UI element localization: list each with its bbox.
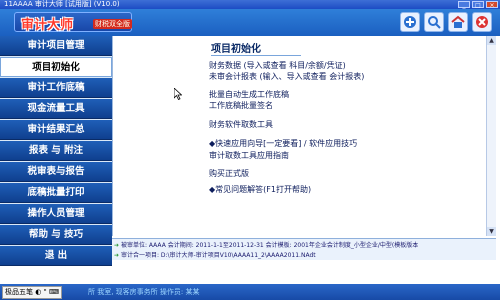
- header-toolbar: [400, 12, 492, 32]
- scroll-down-icon[interactable]: ▼: [487, 227, 496, 236]
- page-title: 项目初始化: [211, 40, 301, 56]
- menu-item-operator-management[interactable]: 操作人员管理: [0, 204, 112, 224]
- scroll-up-icon[interactable]: ▲: [487, 36, 496, 45]
- arrow-icon: ➜: [114, 252, 120, 259]
- menu-item-exit[interactable]: 退 出: [0, 246, 112, 266]
- link-buy-full-version[interactable]: 购买正式版: [209, 168, 249, 179]
- edition-badge: 财税双全版: [93, 19, 132, 29]
- menu-item-project-management[interactable]: 审计项目管理: [0, 36, 112, 56]
- menu-item-results-summary[interactable]: 审计结果汇总: [0, 120, 112, 140]
- status-text: 所 我室, 现客房事务所 操作员: 某某: [88, 288, 200, 296]
- project-path-text: 审计合一项目: D:\审计大师-审计项目V10\AAAA11_2\AAAA201…: [120, 252, 316, 259]
- brand-name: 审计大师: [21, 18, 74, 33]
- link-extraction-guide[interactable]: 审计取数工具应用指南: [209, 150, 289, 161]
- minimize-button[interactable]: _: [458, 1, 470, 9]
- main-panel: 项目初始化 财务数据 (导入或查看 科目/余额/凭证) 未审会计报表 (输入、导…: [112, 36, 496, 236]
- menu-item-tax-audit[interactable]: 税审表与报告: [0, 162, 112, 182]
- link-unaudited-statements[interactable]: 未审会计报表 (输入、导入或查看 会计报表): [209, 71, 364, 82]
- link-auto-generate-papers[interactable]: 批量自动生成工作底稿: [209, 89, 289, 100]
- link-data-extraction-tool[interactable]: 财务软件取数工具: [209, 119, 273, 130]
- vertical-scrollbar[interactable]: ▲ ▼: [486, 36, 496, 236]
- app-logo: 审计大师 财税双全版: [14, 12, 132, 33]
- menu-item-working-papers[interactable]: 审计工作底稿: [0, 78, 112, 98]
- main-menu: 审计项目管理 项目初始化 审计工作底稿 现金流量工具 审计结果汇总 报表 与 附…: [0, 36, 112, 266]
- search-icon[interactable]: [424, 12, 444, 32]
- link-batch-sign[interactable]: 工作底稿批量签名: [209, 100, 273, 111]
- link-financial-data[interactable]: 财务数据 (导入或查看 科目/余额/凭证): [209, 60, 346, 71]
- home-icon[interactable]: [448, 12, 468, 32]
- menu-item-cash-flow-tool[interactable]: 现金流量工具: [0, 99, 112, 119]
- app-header: 审计大师 财税双全版: [0, 9, 500, 36]
- close-window-button[interactable]: ×: [486, 1, 498, 9]
- mouse-cursor-icon: [174, 88, 182, 100]
- project-info-panel: ➜ 被审单位: AAAA 会计期间: 2011-1-1至2011-12-31 会…: [112, 238, 496, 260]
- menu-item-batch-print[interactable]: 底稿批量打印: [0, 183, 112, 203]
- maximize-button[interactable]: □: [472, 1, 484, 9]
- arrow-icon: ➜: [114, 242, 120, 249]
- window-title: 11AAAA 审计大师 [试用版] (V10.0): [4, 0, 120, 8]
- status-bar: 极品五笔 ◐ " ⌨ 所 我室, 现客房事务所 操作员: 某某: [0, 284, 500, 300]
- window-title-bar: 11AAAA 审计大师 [试用版] (V10.0) _ □ ×: [0, 0, 500, 9]
- add-icon[interactable]: [400, 12, 420, 32]
- input-method-indicator[interactable]: 极品五笔 ◐ " ⌨: [2, 286, 63, 299]
- menu-item-project-init[interactable]: 项目初始化: [0, 57, 112, 77]
- link-faq[interactable]: ◆常见问题解答(F1打开帮助): [209, 184, 311, 195]
- audit-unit-text: 被审单位: AAAA 会计期间: 2011-1-1至2011-12-31 会计模…: [120, 242, 419, 249]
- window-controls: _ □ ×: [458, 1, 498, 9]
- link-quick-start-guide[interactable]: ◆快速应用向导[一定要看] / 软件应用技巧: [209, 138, 357, 149]
- menu-item-help-tips[interactable]: 帮助 与 技巧: [0, 225, 112, 245]
- audit-unit-info: ➜ 被审单位: AAAA 会计期间: 2011-1-1至2011-12-31 会…: [114, 240, 418, 249]
- menu-item-reports-notes[interactable]: 报表 与 附注: [0, 141, 112, 161]
- project-path-info: ➜ 审计合一项目: D:\审计大师-审计项目V10\AAAA11_2\AAAA2…: [114, 250, 316, 259]
- close-icon[interactable]: [472, 12, 492, 32]
